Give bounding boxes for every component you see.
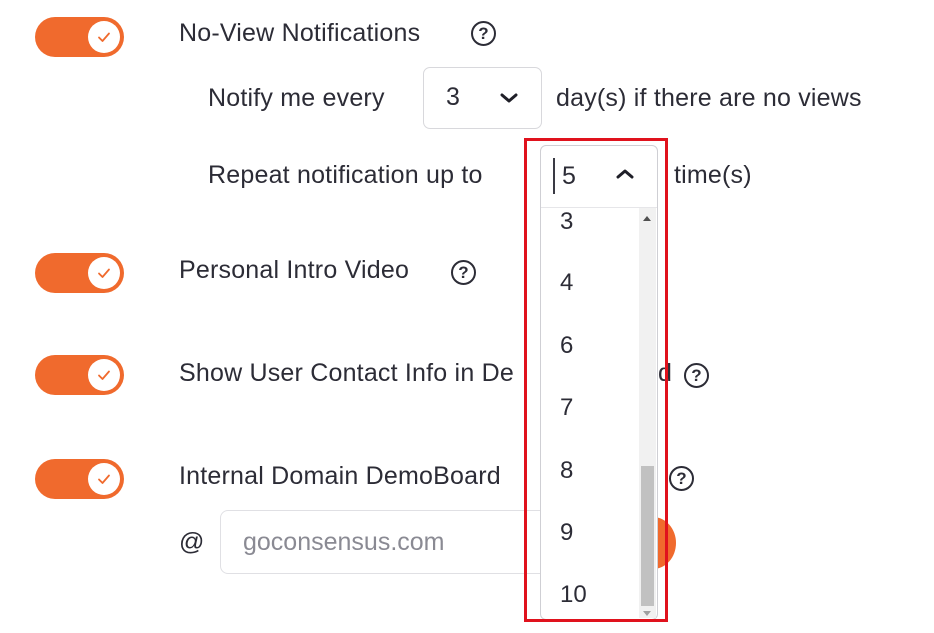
scroll-down-arrow-icon[interactable] xyxy=(643,611,651,616)
notify-every-label: Notify me every xyxy=(208,84,385,112)
help-icon[interactable]: ? xyxy=(684,363,709,388)
domain-input[interactable] xyxy=(243,525,533,559)
dropdown-option[interactable]: 7 xyxy=(560,394,573,422)
toggle-knob xyxy=(88,463,120,495)
repeat-times-suffix: time(s) xyxy=(674,161,752,189)
show-contact-info-toggle[interactable] xyxy=(35,355,124,395)
notify-days-select[interactable]: 3 xyxy=(423,67,542,129)
dropdown-scrollbar[interactable] xyxy=(639,208,656,618)
dropdown-option[interactable]: 4 xyxy=(560,269,573,297)
no-view-notifications-title: No-View Notifications xyxy=(179,19,421,47)
check-icon xyxy=(98,474,110,484)
show-contact-info-title-tail: d xyxy=(658,359,673,387)
internal-domain-title: Internal Domain DemoBoard xyxy=(179,462,501,490)
check-icon xyxy=(98,268,110,278)
internal-domain-toggle[interactable] xyxy=(35,459,124,499)
check-icon xyxy=(98,32,110,42)
show-contact-info-title: Show User Contact Info in De xyxy=(179,359,514,387)
dropdown-option[interactable]: 10 xyxy=(560,581,587,609)
repeat-notification-label: Repeat notification up to xyxy=(208,161,483,189)
no-view-notifications-toggle[interactable] xyxy=(35,17,124,57)
help-icon[interactable]: ? xyxy=(471,21,496,46)
notify-days-value: 3 xyxy=(446,83,460,111)
repeat-times-value: 5 xyxy=(562,162,576,190)
text-caret xyxy=(553,158,555,194)
dropdown-option[interactable]: 8 xyxy=(560,457,573,485)
at-symbol: @ xyxy=(179,528,205,556)
chevron-up-icon xyxy=(616,169,634,179)
dropdown-option[interactable]: 9 xyxy=(560,519,573,547)
domain-field[interactable] xyxy=(220,510,550,574)
chevron-down-icon xyxy=(500,93,518,103)
help-icon[interactable]: ? xyxy=(669,466,694,491)
help-icon[interactable]: ? xyxy=(451,260,476,285)
check-icon xyxy=(98,370,110,380)
toggle-knob xyxy=(88,257,120,289)
dropdown-option[interactable]: 6 xyxy=(560,332,573,360)
scroll-up-arrow-icon[interactable] xyxy=(643,216,651,221)
repeat-times-dropdown[interactable]: 5 3 4 6 7 8 9 10 xyxy=(540,145,658,620)
repeat-times-select[interactable]: 5 xyxy=(541,146,657,208)
dropdown-option[interactable]: 3 xyxy=(560,208,573,236)
scrollbar-thumb[interactable] xyxy=(641,466,654,606)
notify-days-suffix: day(s) if there are no views xyxy=(556,84,862,112)
toggle-knob xyxy=(88,359,120,391)
personal-intro-video-toggle[interactable] xyxy=(35,253,124,293)
dropdown-options: 3 4 6 7 8 9 10 xyxy=(541,208,639,620)
toggle-knob xyxy=(88,21,120,53)
personal-intro-video-title: Personal Intro Video xyxy=(179,256,410,284)
